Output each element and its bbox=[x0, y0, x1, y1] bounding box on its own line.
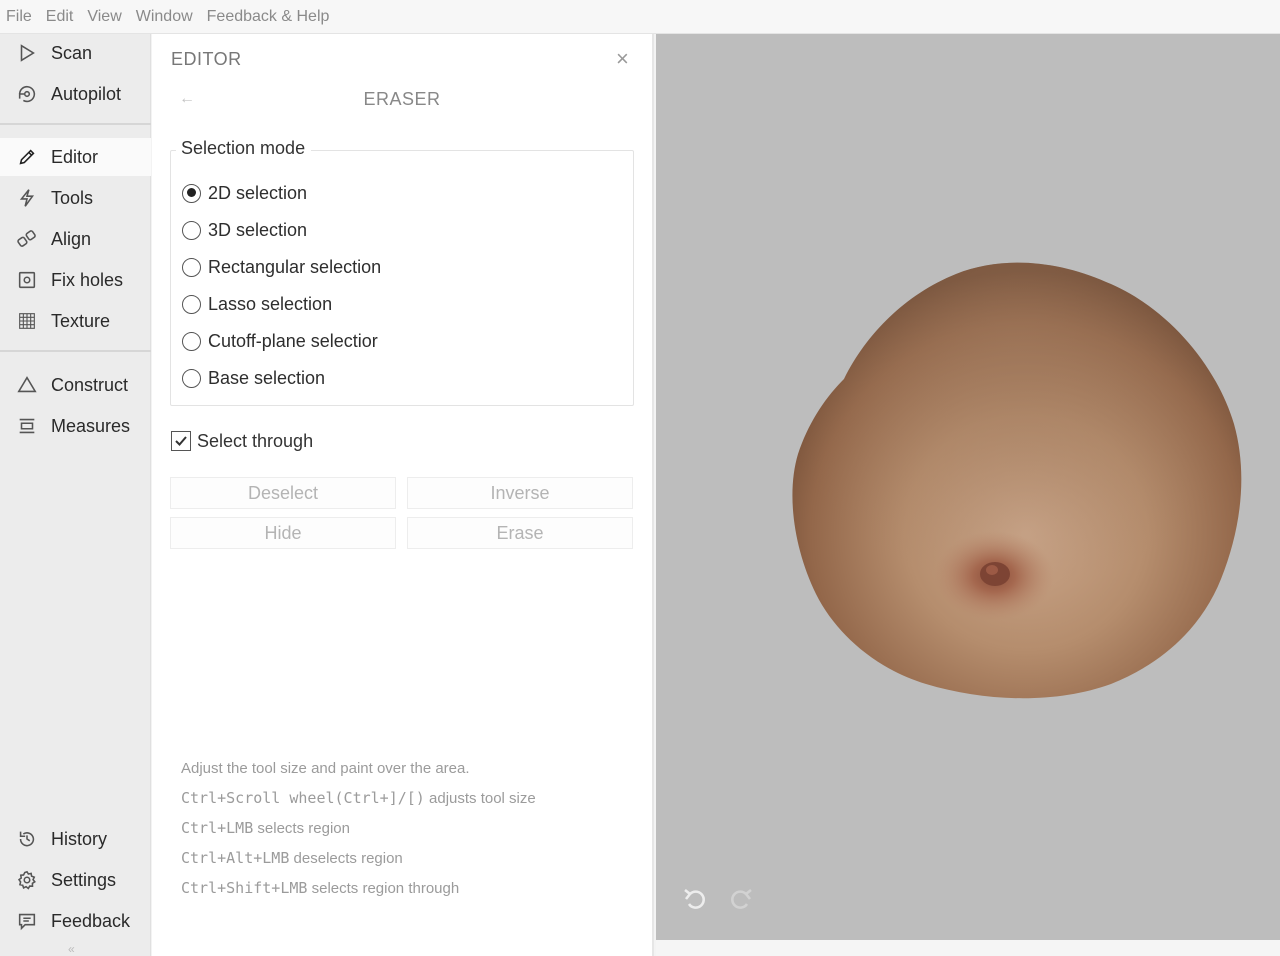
close-icon[interactable]: × bbox=[616, 47, 629, 71]
help-hints: Adjust the tool size and paint over the … bbox=[181, 758, 621, 907]
undo-icon[interactable] bbox=[678, 882, 712, 916]
selection-mode-legend: Selection mode bbox=[176, 138, 312, 159]
lightning-icon bbox=[14, 185, 40, 211]
deselect-button[interactable]: Deselect bbox=[170, 477, 396, 509]
radio-base-selection[interactable]: Base selection bbox=[182, 365, 325, 391]
align-icon bbox=[14, 226, 40, 252]
hint-select-through: Ctrl+Shift+LMB selects region through bbox=[181, 877, 621, 900]
play-icon bbox=[14, 40, 40, 66]
hide-button[interactable]: Hide bbox=[170, 517, 396, 549]
radio-button[interactable] bbox=[182, 294, 201, 314]
sidebar-item-scan[interactable]: Scan bbox=[0, 34, 151, 72]
select-through-checkbox[interactable]: Select through bbox=[171, 428, 313, 454]
hint-keys: Ctrl+LMB bbox=[181, 819, 254, 837]
sidebar-item-label: Measures bbox=[51, 415, 131, 436]
sidebar-item-autopilot[interactable]: Autopilot bbox=[0, 75, 151, 113]
sidebar-item-tools[interactable]: Tools bbox=[0, 179, 151, 217]
hint-keys: Ctrl+Alt+LMB bbox=[181, 849, 290, 867]
radio-lasso-selection[interactable]: Lasso selection bbox=[182, 291, 332, 317]
triangle-icon bbox=[14, 372, 40, 398]
sidebar-item-settings[interactable]: Settings bbox=[0, 861, 151, 899]
texture-icon bbox=[14, 308, 40, 334]
checkbox[interactable] bbox=[171, 431, 191, 451]
sidebar-item-feedback[interactable]: Feedback bbox=[0, 902, 151, 940]
hint-keys: Ctrl+Scroll wheel(Ctrl+]/[) bbox=[181, 789, 425, 807]
pencil-icon bbox=[14, 144, 40, 170]
sidebar-item-label: Texture bbox=[51, 310, 111, 331]
sidebar: Scan Autopilot Editor Tools Align Fix ho… bbox=[0, 34, 151, 956]
sidebar-item-label: Editor bbox=[51, 146, 99, 167]
menu-view[interactable]: View bbox=[87, 8, 121, 26]
hint-keys: Ctrl+Shift+LMB bbox=[181, 879, 308, 897]
autopilot-icon bbox=[14, 81, 40, 107]
sidebar-item-label: Feedback bbox=[51, 910, 131, 931]
sidebar-item-history[interactable]: History bbox=[0, 820, 151, 858]
hint-text: adjusts tool size bbox=[424, 790, 536, 807]
redo-icon[interactable] bbox=[724, 882, 758, 916]
radio-button[interactable] bbox=[182, 220, 201, 240]
sidebar-item-label: Settings bbox=[51, 869, 117, 890]
tool-title: ERASER bbox=[363, 89, 441, 109]
radio-button[interactable] bbox=[182, 257, 201, 277]
menu-feedback-help[interactable]: Feedback & Help bbox=[207, 8, 330, 26]
sidebar-item-texture[interactable]: Texture bbox=[0, 302, 151, 340]
sidebar-divider bbox=[0, 123, 151, 125]
hint-deselect-region: Ctrl+Alt+LMB deselects region bbox=[181, 847, 621, 870]
radio-label: 2D selection bbox=[208, 182, 308, 203]
menu-file[interactable]: File bbox=[6, 8, 32, 26]
radio-label: 3D selection bbox=[208, 219, 308, 240]
sidebar-item-label: Fix holes bbox=[51, 269, 124, 290]
viewport-status-strip bbox=[656, 940, 1280, 956]
sidebar-item-label: Align bbox=[51, 228, 92, 249]
sidebar-item-construct[interactable]: Construct bbox=[0, 366, 151, 404]
panel-title: EDITOR bbox=[171, 49, 242, 69]
erase-button[interactable]: Erase bbox=[407, 517, 633, 549]
chat-icon bbox=[14, 908, 40, 934]
ruler-icon bbox=[14, 413, 40, 439]
hint-text: selects region bbox=[253, 820, 350, 837]
sidebar-item-label: Scan bbox=[51, 42, 93, 63]
hint-tool-size: Ctrl+Scroll wheel(Ctrl+]/[) adjusts tool… bbox=[181, 787, 621, 810]
history-icon bbox=[14, 826, 40, 852]
radio-label: Lasso selection bbox=[208, 293, 333, 314]
radio-cutoff-plane-selection[interactable]: Cutoff-plane selectior bbox=[182, 328, 378, 354]
hint-text: selects region through bbox=[307, 880, 460, 897]
sidebar-item-label: Tools bbox=[51, 187, 94, 208]
editor-panel: EDITOR × ← ERASER Selection mode 2D sele… bbox=[152, 34, 654, 956]
sidebar-item-align[interactable]: Align bbox=[0, 220, 151, 258]
sidebar-collapse-icon[interactable]: « bbox=[68, 942, 75, 956]
sidebar-item-label: Autopilot bbox=[51, 83, 122, 104]
checkbox-label: Select through bbox=[197, 430, 314, 451]
sidebar-item-editor[interactable]: Editor bbox=[0, 138, 151, 176]
radio-button[interactable] bbox=[182, 331, 201, 351]
hint-text: deselects region bbox=[289, 850, 403, 867]
hint-adjust-tool: Adjust the tool size and paint over the … bbox=[181, 760, 470, 777]
sidebar-item-measures[interactable]: Measures bbox=[0, 407, 151, 445]
sidebar-divider bbox=[0, 350, 151, 352]
menu-bar: File Edit View Window Feedback & Help bbox=[0, 0, 1280, 34]
radio-label: Cutoff-plane selectior bbox=[208, 330, 378, 351]
sidebar-item-label: History bbox=[51, 828, 108, 849]
menu-window[interactable]: Window bbox=[136, 8, 193, 26]
gear-icon bbox=[14, 867, 40, 893]
radio-rectangular-selection[interactable]: Rectangular selection bbox=[182, 254, 381, 280]
radio-button[interactable] bbox=[182, 183, 201, 203]
sidebar-item-fix-holes[interactable]: Fix holes bbox=[0, 261, 151, 299]
fix-holes-icon bbox=[14, 267, 40, 293]
inverse-button[interactable]: Inverse bbox=[407, 477, 633, 509]
radio-label: Rectangular selection bbox=[208, 256, 382, 277]
scanned-3d-model[interactable] bbox=[656, 34, 1280, 956]
checkmark-icon bbox=[175, 436, 187, 446]
sidebar-item-label: Construct bbox=[51, 374, 129, 395]
radio-label: Base selection bbox=[208, 367, 326, 388]
radio-2d-selection[interactable]: 2D selection bbox=[182, 180, 307, 206]
hint-select-region: Ctrl+LMB selects region bbox=[181, 817, 621, 840]
radio-3d-selection[interactable]: 3D selection bbox=[182, 217, 307, 243]
radio-button[interactable] bbox=[182, 368, 201, 388]
3d-viewport[interactable] bbox=[656, 34, 1280, 956]
menu-edit[interactable]: Edit bbox=[46, 8, 74, 26]
